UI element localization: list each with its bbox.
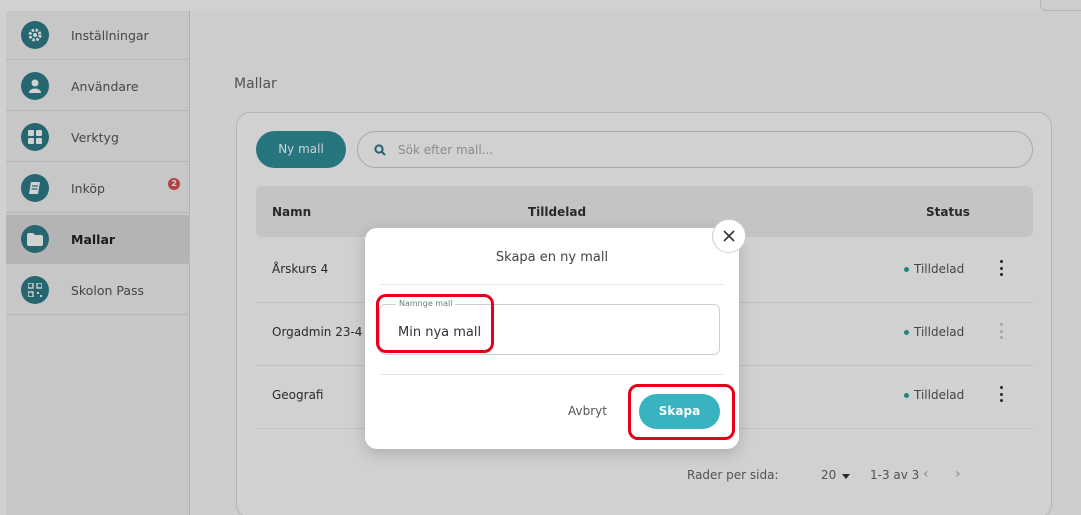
cancel-button[interactable]: Avbryt	[568, 404, 607, 418]
close-dialog-button[interactable]	[712, 219, 746, 253]
close-icon	[723, 230, 735, 242]
highlight-annotation-field	[376, 294, 494, 353]
divider	[380, 374, 724, 375]
dialog-title: Skapa en ny mall	[495, 250, 609, 265]
highlight-annotation-create	[628, 384, 735, 440]
divider	[380, 284, 724, 285]
